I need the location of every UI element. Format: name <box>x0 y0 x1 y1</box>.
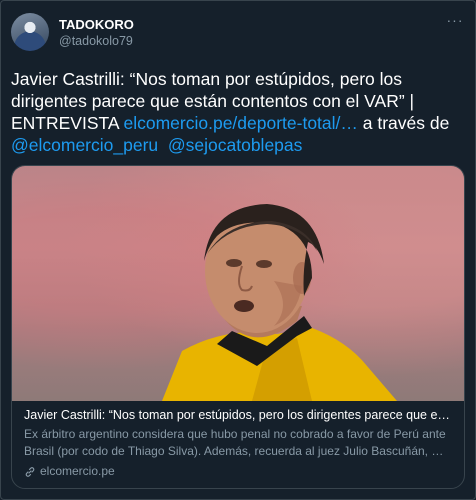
referee-photo <box>162 204 397 401</box>
card-domain-text[interactable]: elcomercio.pe <box>40 463 115 480</box>
tweet-container: TADOKORO @tadokolo79 ··· Javier Castrill… <box>0 0 476 500</box>
tweet-header: TADOKORO @tadokolo79 ··· <box>11 13 467 57</box>
author-names[interactable]: TADOKORO @tadokolo79 <box>59 16 134 50</box>
tweet-text-via: a través de <box>357 113 450 133</box>
card-domain[interactable]: elcomercio.pe <box>24 463 452 480</box>
link-icon <box>25 466 35 477</box>
author-handle[interactable]: @tadokolo79 <box>59 33 134 50</box>
tweet-text: Javier Castrilli: “Nos toman por estúpid… <box>11 68 467 156</box>
mention-elcomercio-link[interactable]: @elcomercio_peru <box>11 135 158 155</box>
card-title[interactable]: Javier Castrilli: “Nos toman por estúpid… <box>24 406 452 424</box>
tweet-url-link[interactable]: elcomercio.pe/deporte-total/… <box>123 113 357 133</box>
mention-sejocatoblepas-link[interactable]: @sejocatoblepas <box>168 135 303 155</box>
avatar[interactable] <box>11 13 49 51</box>
card-description: Ex árbitro argentino considera que hubo … <box>24 427 446 458</box>
more-dots-icon[interactable]: ··· <box>445 13 465 33</box>
card-body[interactable]: Javier Castrilli: “Nos toman por estúpid… <box>24 406 452 480</box>
author-display-name[interactable]: TADOKORO <box>59 16 134 33</box>
link-preview-card[interactable]: Javier Castrilli: “Nos toman por estúpid… <box>11 165 465 489</box>
card-image[interactable] <box>12 166 464 401</box>
